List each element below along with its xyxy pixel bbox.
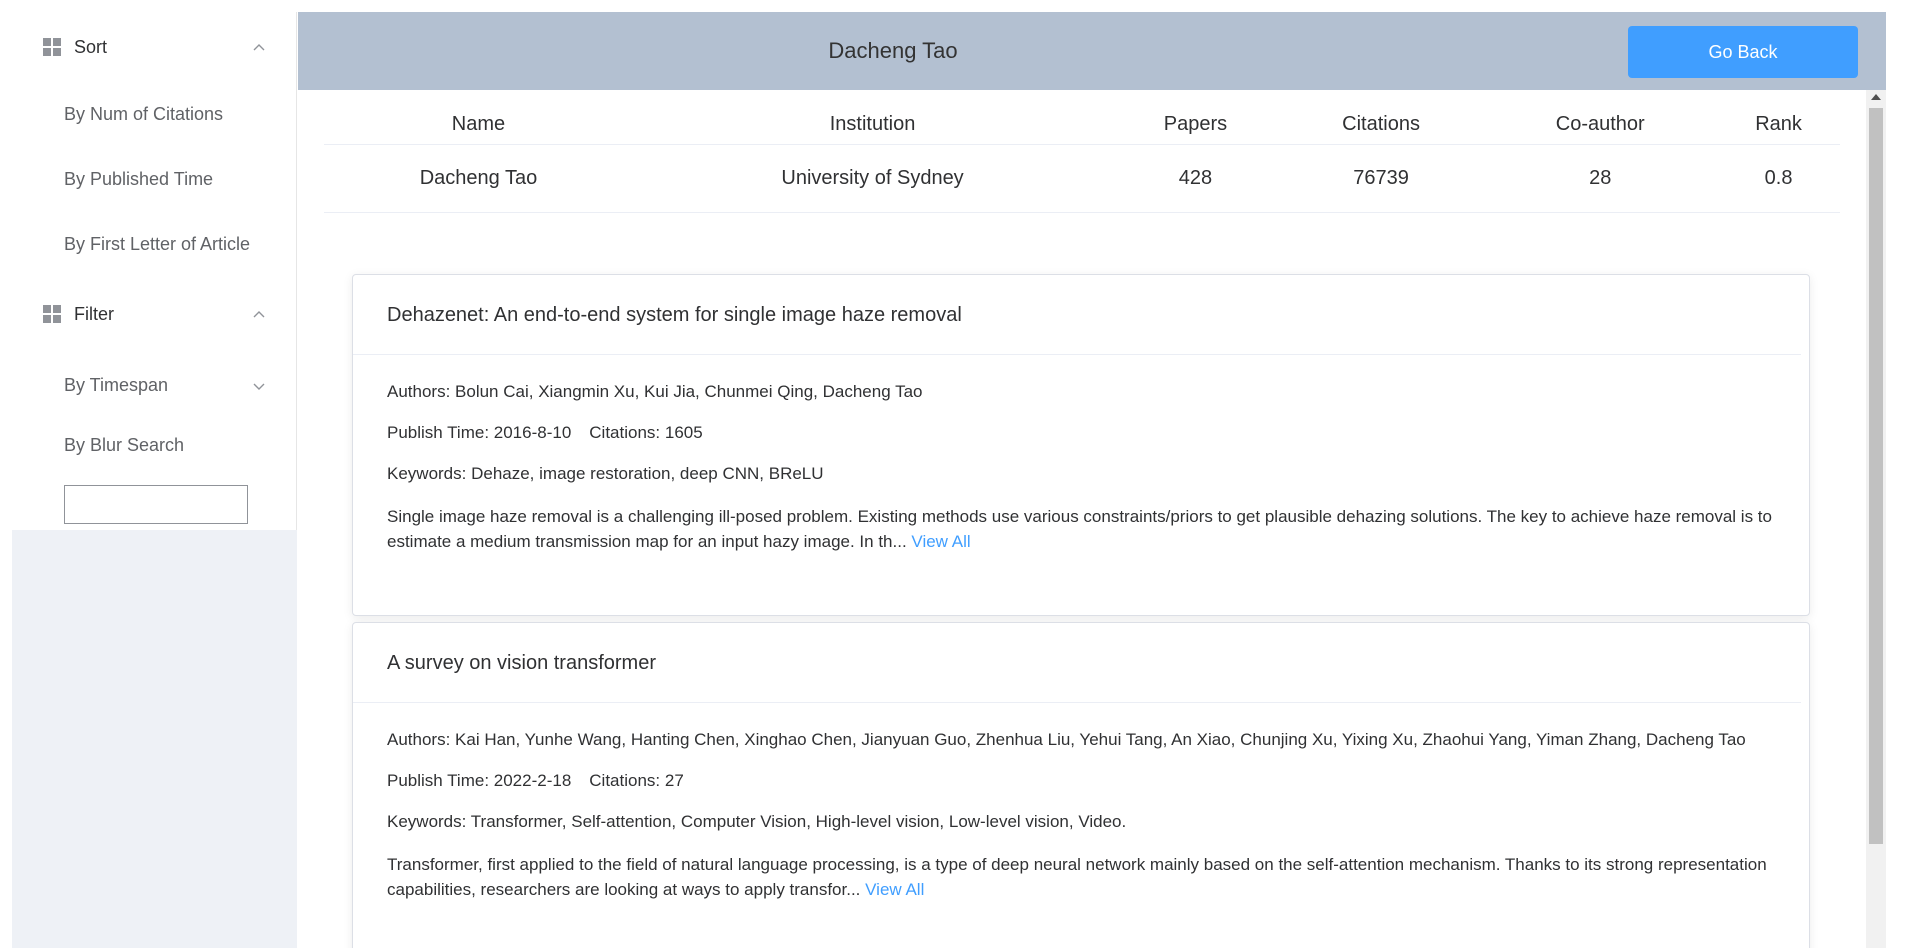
cell-name: Dacheng Tao — [324, 144, 633, 213]
sort-by-first-letter[interactable]: By First Letter of Article — [12, 212, 296, 277]
scholar-info-table: Name Institution Papers Citations Co-aut… — [324, 106, 1840, 213]
paper-citations: Citations: 27 — [589, 771, 684, 790]
sort-by-published-time[interactable]: By Published Time — [12, 147, 296, 212]
view-all-link[interactable]: View All — [911, 532, 970, 551]
page-header: Dacheng Tao Go Back — [298, 12, 1886, 90]
scrollbar-thumb[interactable] — [1869, 108, 1883, 844]
paper-publish-time: Publish Time: 2016-8-10 — [387, 423, 572, 442]
main-panel: Dacheng Tao Go Back Name Institution Pap… — [298, 12, 1886, 948]
paper-card: Dehazenet: An end-to-end system for sing… — [352, 274, 1810, 616]
paper-authors: Authors: Bolun Cai, Xiangmin Xu, Kui Jia… — [387, 382, 923, 401]
go-back-button[interactable]: Go Back — [1628, 26, 1858, 78]
cell-rank: 0.8 — [1717, 144, 1840, 213]
column-header-name: Name — [324, 106, 633, 145]
column-header-citations: Citations — [1278, 106, 1484, 145]
paper-abstract: Transformer, first applied to the field … — [387, 852, 1775, 902]
column-header-rank: Rank — [1717, 106, 1840, 145]
filter-menu-title: Filter — [74, 303, 114, 324]
paper-body: Authors: Kai Han, Yunhe Wang, Hanting Ch… — [353, 703, 1809, 902]
column-header-institution: Institution — [632, 106, 1113, 145]
paper-publish-time: Publish Time: 2022-2-18 — [387, 771, 572, 790]
paper-abstract: Single image haze removal is a challengi… — [387, 504, 1775, 554]
cell-papers: 428 — [1112, 144, 1279, 213]
paper-meta: Publish Time: 2022-2-18 Citations: 27 — [387, 770, 1775, 791]
paper-keywords: Keywords: Transformer, Self-attention, C… — [387, 812, 1127, 831]
table-row: Dacheng Tao University of Sydney 428 767… — [324, 144, 1840, 213]
paper-title: Dehazenet: An end-to-end system for sing… — [353, 275, 1801, 355]
vertical-scrollbar[interactable] — [1866, 90, 1886, 948]
blur-search-input[interactable] — [64, 485, 248, 524]
chevron-up-icon — [253, 44, 265, 51]
view-all-link[interactable]: View All — [865, 880, 924, 899]
paper-body: Authors: Bolun Cai, Xiangmin Xu, Kui Jia… — [353, 355, 1809, 554]
sidebar-menu: Sort By Num of Citations By Published Ti… — [12, 12, 297, 530]
filter-menu-toggle[interactable]: Filter — [12, 279, 296, 349]
paper-abstract-text: Transformer, first applied to the field … — [387, 855, 1767, 899]
grid-icon — [43, 305, 61, 323]
sidebar: Sort By Num of Citations By Published Ti… — [12, 12, 297, 948]
table-header-row: Name Institution Papers Citations Co-aut… — [324, 106, 1840, 145]
page-title: Dacheng Tao — [828, 38, 958, 63]
paper-keywords: Keywords: Dehaze, image restoration, dee… — [387, 464, 824, 483]
cell-institution: University of Sydney — [632, 144, 1113, 213]
paper-citations: Citations: 1605 — [589, 423, 703, 442]
chevron-down-icon — [253, 383, 265, 390]
sort-menu-title: Sort — [74, 36, 108, 57]
column-header-papers: Papers — [1112, 106, 1279, 145]
paper-card: A survey on vision transformer Authors: … — [352, 622, 1810, 948]
filter-by-timespan[interactable]: By Timespan — [12, 353, 296, 418]
scroll-up-arrow-icon[interactable] — [1871, 94, 1881, 100]
filter-by-blur-search-label: By Blur Search — [64, 435, 185, 455]
paper-abstract-text: Single image haze removal is a challengi… — [387, 507, 1772, 551]
column-header-coauthor: Co-author — [1483, 106, 1718, 145]
sort-by-citations[interactable]: By Num of Citations — [12, 82, 296, 147]
filter-by-timespan-label: By Timespan — [64, 375, 169, 395]
paper-title: A survey on vision transformer — [353, 623, 1801, 703]
grid-icon — [43, 38, 61, 56]
paper-meta: Publish Time: 2016-8-10 Citations: 1605 — [387, 422, 1775, 443]
scholar-content[interactable]: Name Institution Papers Citations Co-aut… — [298, 90, 1866, 948]
sort-menu-toggle[interactable]: Sort — [12, 12, 296, 82]
cell-citations: 76739 — [1278, 144, 1484, 213]
cell-coauthor: 28 — [1483, 144, 1718, 213]
chevron-up-icon — [253, 311, 265, 318]
paper-authors: Authors: Kai Han, Yunhe Wang, Hanting Ch… — [387, 730, 1746, 749]
